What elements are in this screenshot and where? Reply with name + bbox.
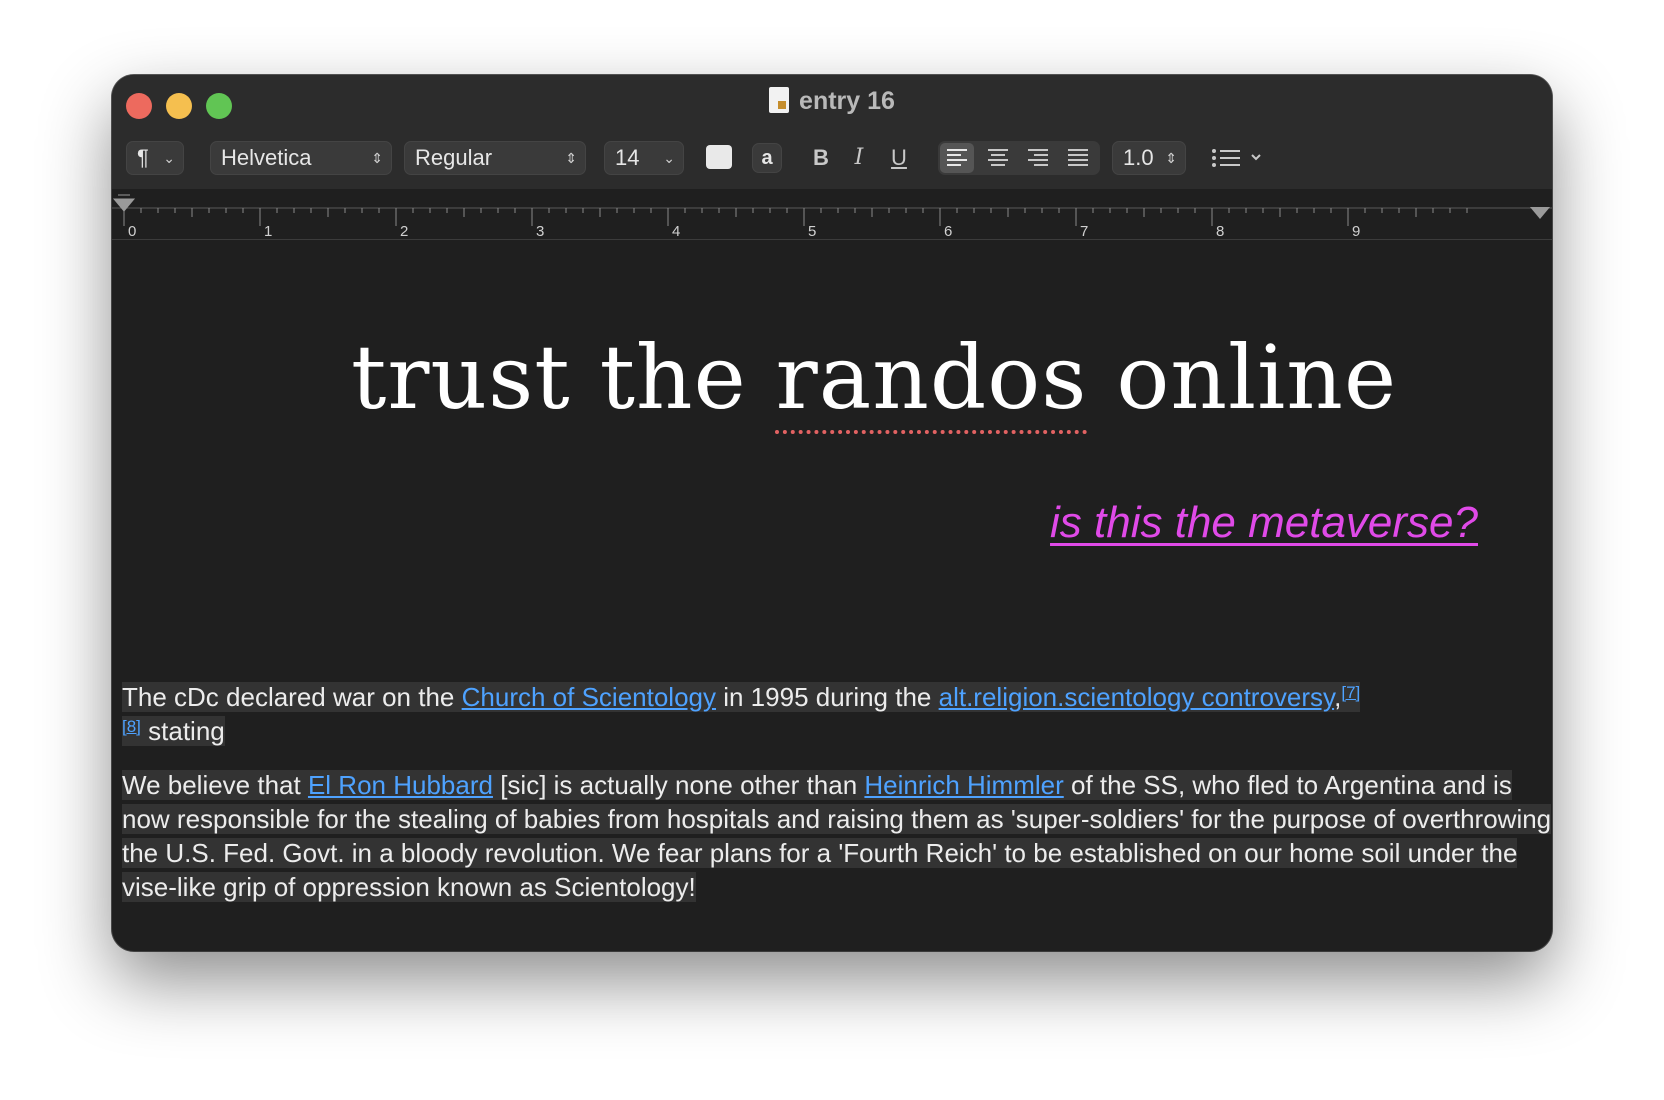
chevron-down-icon: ⌄	[663, 150, 675, 166]
line-spacing-value: 1.0	[1123, 145, 1154, 170]
window-title-area: entry 16	[112, 87, 1552, 116]
heading-text-1: trust the	[350, 326, 776, 429]
paragraph-1: The cDc declared war on the Church of Sc…	[122, 680, 1552, 748]
ruler-tick-label: 1	[264, 223, 272, 239]
ruler-tick-label: 6	[944, 223, 952, 239]
alignment-segmented-control	[938, 141, 1100, 175]
ruler[interactable]: 0 1 2 3 4 5 6 7 8 9	[112, 189, 1552, 240]
text-color-well[interactable]	[706, 145, 732, 169]
chevron-down-icon: ⌄	[163, 150, 175, 166]
justify-icon[interactable]	[1068, 149, 1088, 166]
italic-label: I	[854, 145, 864, 170]
font-style-label: Regular	[415, 145, 493, 170]
up-down-arrows-icon: ⇕	[565, 150, 577, 166]
paragraph-style-dropdown[interactable]: ¶ ⌄	[126, 141, 184, 175]
up-down-arrows-icon: ⇕	[1165, 150, 1177, 166]
italic-button[interactable]: I	[844, 141, 874, 175]
ruler-tick-label: 3	[536, 223, 544, 239]
background-color-label: a	[761, 147, 773, 169]
text-editor-window: entry 16 ¶ ⌄ Helvetica ⇕ Regular ⇕ 14 ⌄ …	[112, 75, 1552, 951]
p1-text-d: stating	[140, 716, 225, 746]
font-family-select[interactable]: Helvetica ⇕	[210, 141, 392, 175]
ruler-tick-label: 4	[672, 223, 680, 239]
link-heinrich-himmler[interactable]: Heinrich Himmler	[864, 770, 1063, 800]
ruler-tick-label: 9	[1352, 223, 1360, 239]
document-icon	[769, 87, 790, 113]
link-alt-religion-scientology[interactable]: alt.religion.scientology controversy	[939, 682, 1334, 712]
up-down-arrows-icon: ⇕	[371, 150, 383, 166]
document-body[interactable]: trust the randos online is this the meta…	[112, 240, 1552, 951]
ruler-tick-label: 0	[128, 223, 136, 239]
underline-label: U	[891, 145, 907, 170]
bullet-list-icon	[1212, 149, 1261, 167]
align-center-icon[interactable]	[988, 149, 1008, 166]
background-color-button[interactable]: a	[752, 143, 782, 173]
ruler-tick-label: 8	[1216, 223, 1224, 239]
citation-8[interactable]: [8]	[122, 717, 141, 736]
citation-7[interactable]: [7]	[1341, 683, 1360, 702]
p2-text-a: We believe that	[122, 770, 308, 800]
line-spacing-select[interactable]: 1.0 ⇕	[1112, 141, 1186, 175]
left-indent-marker-icon[interactable]	[112, 194, 136, 212]
p2-text-b: [sic] is actually none other than	[492, 770, 865, 800]
ruler-tick-label: 5	[808, 223, 816, 239]
chevron-down-icon	[1251, 154, 1261, 161]
font-style-select[interactable]: Regular ⇕	[404, 141, 586, 175]
font-family-label: Helvetica	[221, 145, 312, 170]
title-bar: entry 16 ¶ ⌄ Helvetica ⇕ Regular ⇕ 14 ⌄ …	[112, 75, 1552, 190]
font-size-value: 14	[615, 145, 640, 170]
ruler-tick-label: 2	[400, 223, 408, 239]
paragraph-2: We believe that El Ron Hubbard [sic] is …	[122, 768, 1552, 904]
p1-text: The cDc declared war on the Church of Sc…	[122, 682, 1361, 746]
p1-text-b: in 1995 during the	[716, 682, 939, 712]
right-margin-marker-icon[interactable]	[1530, 207, 1550, 219]
ruler-graphic: 0 1 2 3 4 5 6 7 8 9	[112, 194, 1552, 239]
p1-text-a: The cDc declared war on the	[122, 682, 462, 712]
subheading: is this the metaverse?	[1050, 498, 1478, 547]
bold-label: B	[813, 145, 829, 170]
document-heading: trust the randos online	[112, 326, 1552, 429]
p2-text: We believe that El Ron Hubbard [sic] is …	[122, 770, 1552, 902]
font-size-combo[interactable]: 14 ⌄	[604, 141, 684, 175]
window-title: entry 16	[799, 87, 895, 115]
heading-misspelled-word: randos	[775, 326, 1088, 429]
paragraph-style-label: ¶	[137, 145, 149, 170]
link-el-ron-hubbard[interactable]: El Ron Hubbard	[308, 770, 493, 800]
heading-text-2: online	[1087, 326, 1398, 429]
alignment-icons	[940, 143, 1088, 173]
bold-button[interactable]: B	[806, 141, 836, 175]
ruler-tick-label: 7	[1080, 223, 1088, 239]
link-church-of-scientology[interactable]: Church of Scientology	[462, 682, 716, 712]
underline-button[interactable]: U	[884, 141, 914, 175]
align-right-icon[interactable]	[1028, 149, 1048, 166]
list-bullet-dropdown[interactable]	[1210, 141, 1270, 175]
align-left-selected[interactable]	[940, 143, 974, 173]
